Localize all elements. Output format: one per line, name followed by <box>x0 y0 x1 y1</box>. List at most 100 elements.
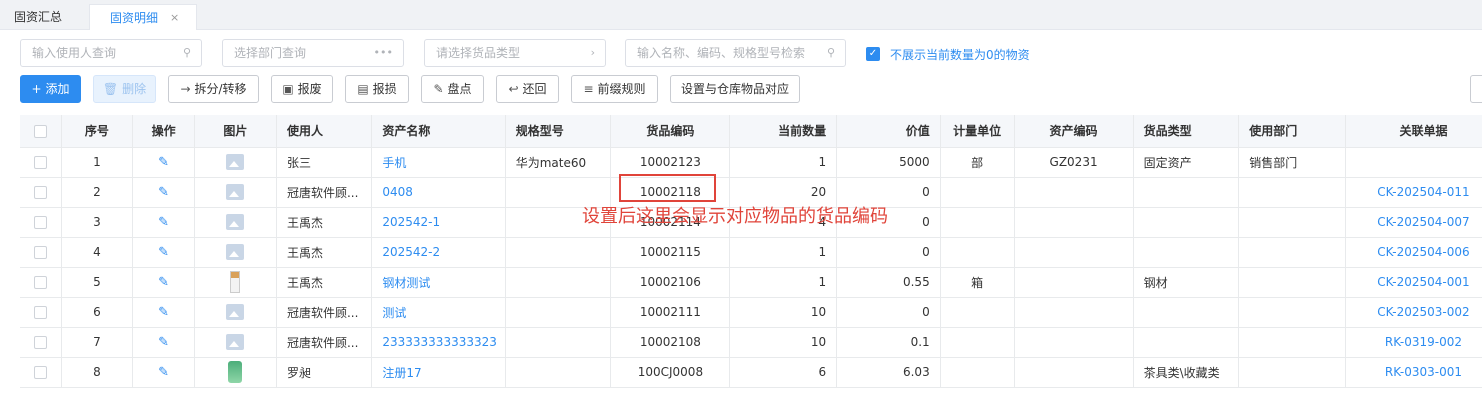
cell-code: 10002123 <box>610 147 731 178</box>
cell-name[interactable]: 测试 <box>371 297 506 328</box>
cell-doc[interactable]: RK-0303-001 <box>1345 357 1482 388</box>
row-checkbox[interactable] <box>33 216 47 229</box>
cell-unit <box>940 327 1015 358</box>
row-select-cell[interactable] <box>20 297 62 328</box>
cell-dept <box>1238 177 1346 208</box>
image-placeholder-icon[interactable] <box>226 154 245 170</box>
row-select-cell[interactable] <box>20 177 62 208</box>
user-search-input[interactable] <box>32 46 172 60</box>
edit-icon[interactable]: ✎ <box>158 365 169 380</box>
tab-asset-detail[interactable]: 固资明细 × <box>89 4 197 30</box>
edit-cell: ✎ <box>132 147 195 178</box>
scrap-button[interactable]: ▣ 报废 <box>271 75 333 103</box>
cell-asset-code <box>1014 297 1134 328</box>
image-placeholder-icon[interactable] <box>226 184 245 200</box>
table-row[interactable]: 7 ✎ 冠唐软件顾... 233333333333323 10002108 10 0.1 RK… <box>20 327 1482 358</box>
cell-qty: 1 <box>729 237 838 268</box>
prefix-rule-button[interactable]: ≡ 前缀规则 <box>571 75 658 103</box>
cell-spec <box>505 297 612 328</box>
image-cell <box>194 357 277 388</box>
table-row[interactable]: 6 ✎ 冠唐软件顾... 测试 10002111 10 0 CK-202503-002 <box>20 297 1482 328</box>
edit-icon[interactable]: ✎ <box>158 215 169 230</box>
hide-zero-checkbox[interactable]: ✓ <box>866 47 880 61</box>
cell-dept <box>1238 357 1346 388</box>
row-checkbox[interactable] <box>33 336 47 349</box>
cell-unit <box>940 207 1015 238</box>
col-header: 关联单据 <box>1345 115 1482 148</box>
cell-user: 王禹杰 <box>276 207 373 238</box>
row-checkbox[interactable] <box>33 186 47 199</box>
close-icon[interactable]: × <box>170 5 179 31</box>
cell-name[interactable]: 注册17 <box>371 357 506 388</box>
row-select-cell[interactable] <box>20 357 62 388</box>
return-button[interactable]: ↩ 还回 <box>496 75 559 103</box>
row-select-cell[interactable] <box>20 237 62 268</box>
goods-type-input[interactable] <box>436 46 576 60</box>
cell-doc[interactable]: CK-202504-007 <box>1345 207 1482 238</box>
add-button[interactable]: + 添加 <box>20 75 81 103</box>
row-checkbox[interactable] <box>33 276 47 289</box>
row-checkbox[interactable] <box>33 246 47 259</box>
cell-unit: 箱 <box>940 267 1015 298</box>
row-select-cell[interactable] <box>20 147 62 178</box>
dept-select-input[interactable] <box>234 46 374 60</box>
warehouse-mapping-button[interactable]: 设置与仓库物品对应 <box>670 75 800 103</box>
image-placeholder-icon[interactable] <box>226 244 245 260</box>
inventory-button[interactable]: ✎ 盘点 <box>421 75 484 103</box>
row-checkbox[interactable] <box>33 366 47 379</box>
image-placeholder-icon[interactable] <box>226 304 245 320</box>
table-row[interactable]: 5 ✎ 王禹杰 钢材测试 10002106 1 0.55 箱 钢材 CK-202504-001 <box>20 267 1482 298</box>
edit-icon[interactable]: ✎ <box>158 305 169 320</box>
select-all-cell[interactable] <box>20 115 62 148</box>
edit-cell: ✎ <box>132 297 195 328</box>
product-thumbnail[interactable] <box>228 361 243 383</box>
cell-name[interactable]: 手机 <box>371 147 506 178</box>
row-checkbox[interactable] <box>33 156 47 169</box>
keyword-search-input[interactable] <box>637 46 822 60</box>
report-loss-button[interactable]: ▤ 报损 <box>345 75 409 103</box>
goods-type-select[interactable]: › <box>424 39 606 67</box>
cell-name[interactable]: 钢材测试 <box>371 267 506 298</box>
table-row[interactable]: 8 ✎ 罗昶 注册17 100CJ0008 6 6.03 茶具类\收藏类 RK-0303-001 <box>20 357 1482 388</box>
row-select-cell[interactable] <box>20 207 62 238</box>
overflow-button[interactable] <box>1470 75 1482 103</box>
keyword-search-field[interactable]: ⚲ <box>625 39 846 67</box>
edit-icon[interactable]: ✎ <box>158 155 169 170</box>
image-placeholder-icon[interactable] <box>226 334 245 350</box>
table-row[interactable]: 1 ✎ 张三 手机 华为mate60 10002123 1 5000 部 GZ0231 固定资产 销售… <box>20 147 1482 178</box>
cell-spec: 华为mate60 <box>505 147 612 178</box>
cell-asset-code <box>1014 237 1134 268</box>
map-button-label: 设置与仓库物品对应 <box>680 82 789 96</box>
cell-doc[interactable]: CK-202504-011 <box>1345 177 1482 208</box>
edit-icon[interactable]: ✎ <box>158 185 169 200</box>
cell-doc[interactable]: CK-202503-002 <box>1345 297 1482 328</box>
cell-name[interactable]: 0408 <box>371 177 506 208</box>
edit-icon[interactable]: ✎ <box>158 275 169 290</box>
select-all-checkbox[interactable] <box>33 124 47 138</box>
split-transfer-button[interactable]: → 拆分/转移 <box>168 75 259 103</box>
row-select-cell[interactable] <box>20 327 62 358</box>
cell-doc[interactable]: CK-202504-006 <box>1345 237 1482 268</box>
cell-name[interactable]: 233333333333323 <box>371 327 506 358</box>
sliders-icon: ≡ <box>583 82 594 96</box>
delete-button[interactable]: 🗑 删除 <box>93 75 156 103</box>
dept-select-field[interactable]: ••• <box>222 39 404 67</box>
cell-doc[interactable]: RK-0319-002 <box>1345 327 1482 358</box>
trash-icon: 🗑 <box>102 82 119 96</box>
cell-dept <box>1238 297 1346 328</box>
tab-asset-summary[interactable]: 固资汇总 <box>14 4 62 30</box>
cell-name[interactable]: 202542-1 <box>371 207 506 238</box>
edit-icon[interactable]: ✎ <box>158 335 169 350</box>
user-search-field[interactable]: ⚲ <box>20 39 202 67</box>
product-thumbnail[interactable] <box>230 271 241 293</box>
row-select-cell[interactable] <box>20 267 62 298</box>
cell-type <box>1133 237 1240 268</box>
cell-doc[interactable]: CK-202504-001 <box>1345 267 1482 298</box>
cell-unit: 部 <box>940 147 1015 178</box>
row-checkbox[interactable] <box>33 306 47 319</box>
image-placeholder-icon[interactable] <box>226 214 245 230</box>
cell-name[interactable]: 202542-2 <box>371 237 506 268</box>
cell-doc[interactable] <box>1345 147 1482 178</box>
edit-icon[interactable]: ✎ <box>158 245 169 260</box>
table-row[interactable]: 4 ✎ 王禹杰 202542-2 10002115 1 0 CK-202504-006 <box>20 237 1482 268</box>
